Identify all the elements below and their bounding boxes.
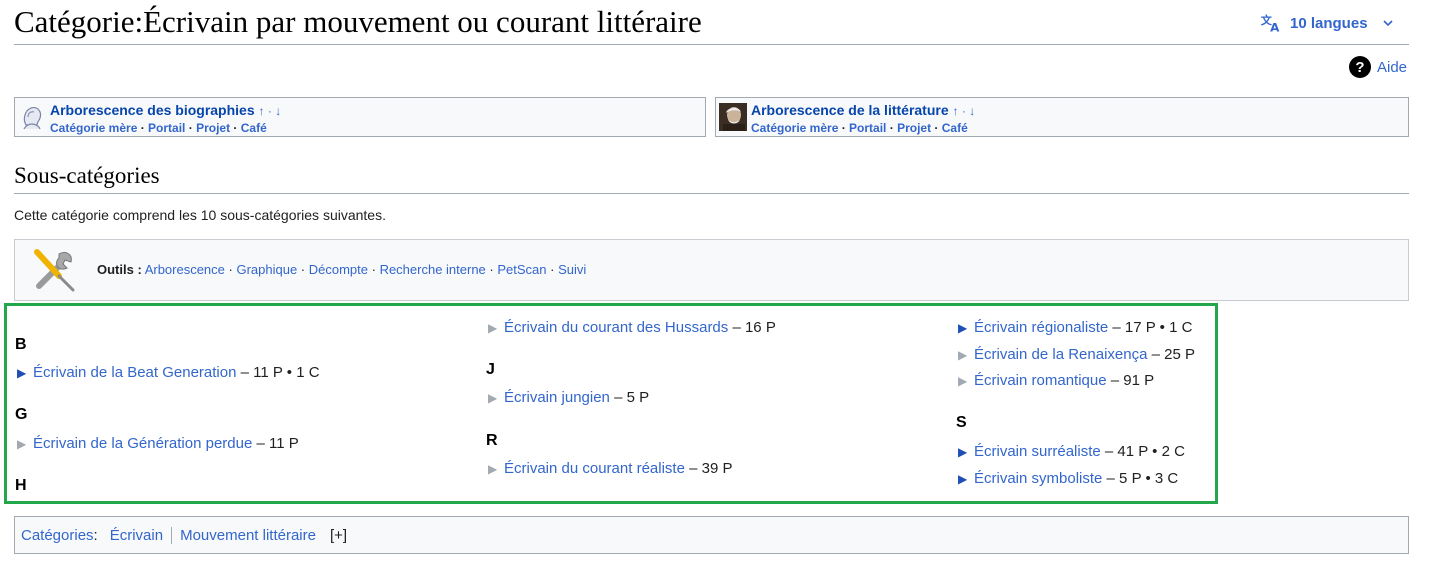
portal-title-literature[interactable]: Arborescence de la littérature [751, 102, 949, 118]
expand-triangle-icon[interactable]: ▶ [958, 445, 974, 459]
subcategory-link[interactable]: Écrivain de la Renaixença [974, 346, 1147, 363]
help-link[interactable]: ? Aide [1349, 56, 1407, 78]
expand-triangle-icon[interactable]: ▶ [958, 472, 974, 486]
tool-link-suivi[interactable]: Suivi [558, 262, 586, 277]
tool-link-graphique[interactable]: Graphique [236, 262, 297, 277]
category-links-bar: Catégories : Écrivain Mouvement littérai… [14, 516, 1409, 554]
portal-bio-project-link[interactable]: Projet [196, 121, 230, 135]
portal-arrows-literature[interactable]: ↑ · ↓ [953, 104, 976, 118]
subcategory-link[interactable]: Écrivain du courant des Hussards [504, 319, 728, 336]
subcategory-link[interactable]: Écrivain symboliste [974, 470, 1102, 487]
tool-link-recherche-interne[interactable]: Recherche interne [380, 262, 486, 277]
portal-bio-portal-link[interactable]: Portail [148, 121, 185, 135]
category-link-mouvement-litteraire[interactable]: Mouvement littéraire [180, 527, 316, 544]
subcategory-count: – 41 P • 2 C [1104, 443, 1185, 460]
subcategory-count: – 11 P [256, 435, 299, 452]
tools-label: Outils : [97, 262, 142, 277]
expand-triangle-icon: ▶ [958, 348, 968, 362]
category-separator [171, 527, 173, 544]
letter-heading: B [15, 336, 27, 353]
help-icon: ? [1349, 56, 1371, 78]
portal-lit-cafe-link[interactable]: Café [942, 121, 968, 135]
list-item: ▶ Écrivain de la Beat Generation – 11 P •… [17, 364, 320, 381]
subcategory-link[interactable]: Écrivain de la Génération perdue [33, 435, 252, 452]
subcategory-count: – 16 P [732, 319, 776, 336]
portal-arrows-biographies[interactable]: ↑ · ↓ [259, 104, 282, 118]
letter-heading: H [15, 477, 27, 494]
expand-triangle-icon: ▶ [958, 374, 968, 388]
svg-text:A: A [1270, 20, 1280, 34]
letter-heading: R [486, 432, 498, 449]
title-divider [14, 44, 1409, 45]
subcategory-listing: B ▶ Écrivain de la Beat Generation – 11 P… [4, 303, 1218, 504]
hidden-categories-toggle[interactable]: [+] [330, 527, 347, 544]
list-item: ▶ Écrivain romantique – 91 P [958, 372, 1154, 389]
portal-lit-portal-link[interactable]: Portail [849, 121, 886, 135]
portal-title-biographies[interactable]: Arborescence des biographies [50, 102, 255, 118]
category-link-ecrivain[interactable]: Écrivain [110, 527, 163, 544]
tool-link-arborescence[interactable]: Arborescence [145, 262, 225, 277]
categories-colon: : [93, 527, 98, 544]
subcategories-heading: Sous-catégories [14, 163, 160, 188]
languages-label: 10 langues [1290, 14, 1368, 32]
subcategory-count: – 39 P [689, 460, 733, 477]
expand-triangle-icon[interactable]: ▶ [958, 321, 974, 335]
letter-heading: G [15, 406, 28, 423]
portal-bio-cafe-link[interactable]: Café [241, 121, 267, 135]
page-title: Catégorie:Écrivain par mouvement ou cour… [14, 4, 702, 39]
subcategory-link[interactable]: Écrivain jungien [504, 389, 610, 406]
letter-heading: S [956, 414, 967, 431]
portal-box-literature: Arborescence de la littérature ↑ · ↓ Cat… [715, 97, 1409, 137]
subcategory-link[interactable]: Écrivain du courant réaliste [504, 460, 685, 477]
biography-portrait-icon [18, 103, 46, 131]
list-item: ▶ Écrivain surréaliste – 41 P • 2 C [958, 443, 1185, 460]
list-item: ▶ Écrivain du courant des Hussards – 16 P [488, 319, 776, 336]
subcategory-link[interactable]: Écrivain romantique [974, 372, 1107, 389]
list-item: ▶ Écrivain du courant réaliste – 39 P [488, 460, 732, 477]
chevron-down-icon [1382, 20, 1393, 27]
tool-link-decompte[interactable]: Décompte [309, 262, 368, 277]
letter-heading: J [486, 361, 495, 378]
languages-button[interactable]: 文 A 10 langues [1260, 12, 1394, 34]
subcategory-count: – 11 P • 1 C [240, 364, 320, 381]
subcategory-count: – 5 P • 3 C [1106, 470, 1179, 487]
list-item: ▶ Écrivain symboliste – 5 P • 3 C [958, 470, 1178, 487]
list-item: ▶ Écrivain de la Génération perdue – 11 P [17, 435, 299, 452]
subcategories-description: Cette catégorie comprend les 10 sous-cat… [14, 207, 386, 223]
subcategories-divider [14, 193, 1409, 194]
tools-icon [34, 249, 75, 292]
portal-lit-project-link[interactable]: Projet [897, 121, 931, 135]
list-item: ▶ Écrivain régionaliste – 17 P • 1 C [958, 319, 1192, 336]
portal-lit-parent-category-link[interactable]: Catégorie mère [751, 121, 838, 135]
list-item: ▶ Écrivain de la Renaixença – 25 P [958, 346, 1195, 363]
portal-box-biographies: Arborescence des biographies ↑ · ↓ Catég… [14, 97, 706, 137]
categories-label-link[interactable]: Catégories [21, 527, 94, 544]
tool-link-petscan[interactable]: PetScan [497, 262, 546, 277]
portal-bio-parent-category-link[interactable]: Catégorie mère [50, 121, 137, 135]
tools-box: Outils : Arborescence · Graphique · Déco… [14, 239, 1409, 301]
expand-triangle-icon: ▶ [488, 321, 498, 335]
help-label: Aide [1377, 58, 1408, 76]
subcategory-link[interactable]: Écrivain régionaliste [974, 319, 1108, 336]
subcategory-link[interactable]: Écrivain surréaliste [974, 443, 1101, 460]
translate-icon: 文 A [1261, 13, 1280, 34]
subcategory-count: – 91 P [1110, 372, 1155, 389]
subcategory-link[interactable]: Écrivain de la Beat Generation [33, 364, 236, 381]
expand-triangle-icon: ▶ [488, 391, 498, 405]
subcategory-count: – 25 P [1151, 346, 1195, 363]
subcategory-count: – 17 P • 1 C [1112, 319, 1193, 336]
list-item: ▶ Écrivain jungien – 5 P [488, 389, 649, 406]
expand-triangle-icon: ▶ [488, 462, 498, 476]
literature-portrait-icon [719, 103, 747, 131]
subcategory-count: – 5 P [614, 389, 650, 406]
expand-triangle-icon: ▶ [17, 437, 27, 451]
expand-triangle-icon[interactable]: ▶ [17, 366, 33, 380]
